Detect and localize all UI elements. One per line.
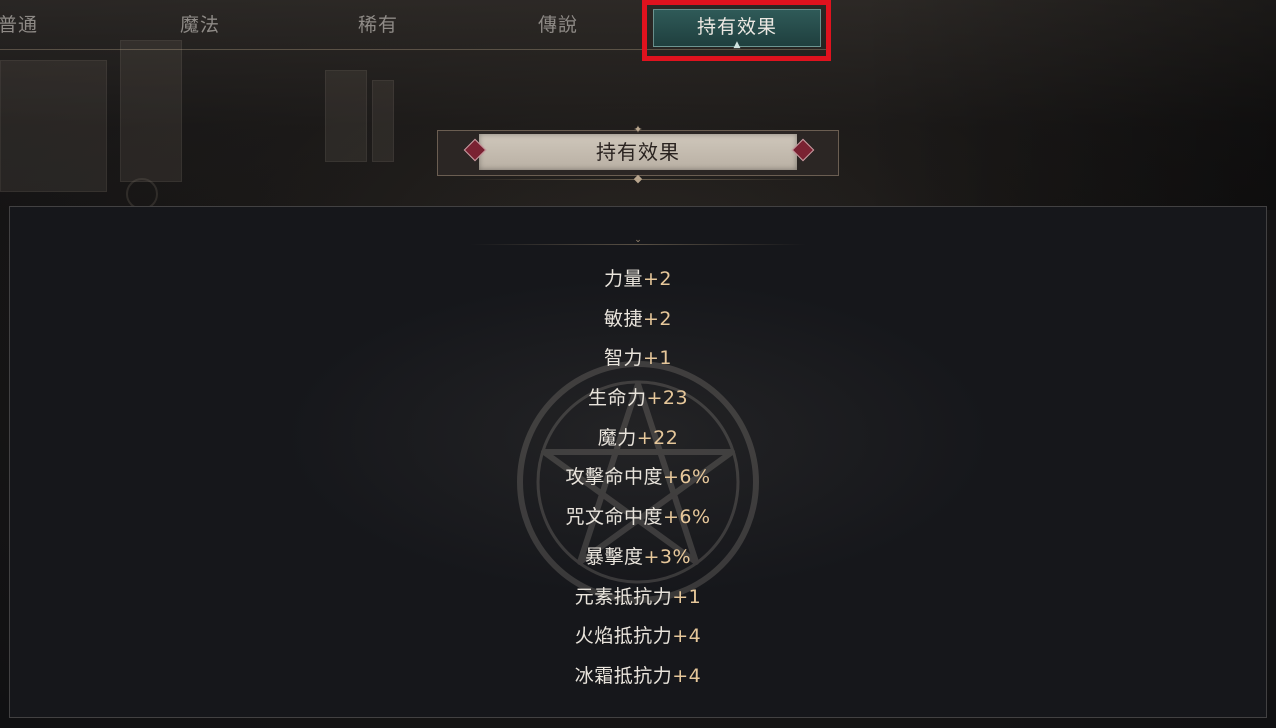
stat-value: +2 <box>643 307 673 330</box>
stat-row: 元素抵抗力+1 <box>438 578 838 618</box>
stat-row: 魔力+22 <box>438 419 838 459</box>
stat-name: 敏捷 <box>603 307 643 330</box>
section-banner: ✦ 持有效果 ◆ <box>437 124 839 186</box>
background-poster <box>372 80 394 162</box>
stat-name: 攻擊命中度 <box>565 466 663 489</box>
chevron-down-icon: ⌄ <box>634 235 642 245</box>
stat-value: +2 <box>643 268 673 290</box>
held-effects-list: 力量+2 敏捷+2 智力+1 生命力+23 魔力+22 攻擊命中度+6% 咒文命… <box>438 260 838 697</box>
background-poster <box>325 70 367 162</box>
stat-row: 冰霜抵抗力+4 <box>438 657 838 697</box>
stat-name: 力量 <box>603 268 643 290</box>
stat-name: 暴擊度 <box>584 545 644 568</box>
tab-legendary[interactable]: 傳說 <box>518 10 598 40</box>
stat-row: 暴擊度+3% <box>438 538 838 578</box>
stat-name: 咒文命中度 <box>565 506 663 529</box>
stat-row: 咒文命中度+6% <box>438 498 838 538</box>
stat-value: +4 <box>672 625 702 648</box>
red-highlight-box <box>642 0 831 61</box>
background-shelf <box>0 60 107 192</box>
stat-name: 元素抵抗力 <box>574 585 673 608</box>
stat-name: 冰霜抵抗力 <box>574 664 673 687</box>
banner-underline <box>461 179 815 180</box>
stat-value: +1 <box>672 585 702 608</box>
stat-value: +3% <box>643 545 692 568</box>
stat-name: 魔力 <box>597 426 637 449</box>
stat-row: 敏捷+2 <box>438 300 838 340</box>
stat-row: 火焰抵抗力+4 <box>438 617 838 657</box>
stat-value: +23 <box>646 387 689 410</box>
effects-panel: ⌄ 力量+2 敏捷+2 智力+1 生命力+23 魔力+22 攻擊命中度+6% 咒… <box>9 206 1267 718</box>
section-title: 持有效果 <box>596 140 680 164</box>
stat-row: 力量+2 <box>438 260 838 300</box>
stat-name: 火焰抵抗力 <box>574 625 673 648</box>
inventory-effects-screen: 普通 魔法 稀有 傳說 持有效果 ▲ ✦ 持有效果 ◆ ⌄ 力量+2 敏捷+2 … <box>0 0 1276 728</box>
stat-value: +6% <box>662 466 711 489</box>
tab-magic[interactable]: 魔法 <box>160 10 240 40</box>
background-shelf <box>120 40 182 182</box>
tab-normal[interactable]: 普通 <box>0 10 58 40</box>
tab-rare[interactable]: 稀有 <box>338 10 418 40</box>
category-tab-bar: 普通 魔法 稀有 傳說 持有效果 ▲ <box>0 0 1276 61</box>
stat-value: +4 <box>672 664 702 687</box>
stat-value: +22 <box>636 426 679 449</box>
stat-name: 生命力 <box>587 387 647 410</box>
stat-row: 智力+1 <box>438 339 838 379</box>
stat-value: +1 <box>643 347 673 370</box>
stat-row: 攻擊命中度+6% <box>438 458 838 498</box>
stat-row: 生命力+23 <box>438 379 838 419</box>
stat-value: +6% <box>662 506 711 529</box>
stat-name: 智力 <box>603 347 643 370</box>
